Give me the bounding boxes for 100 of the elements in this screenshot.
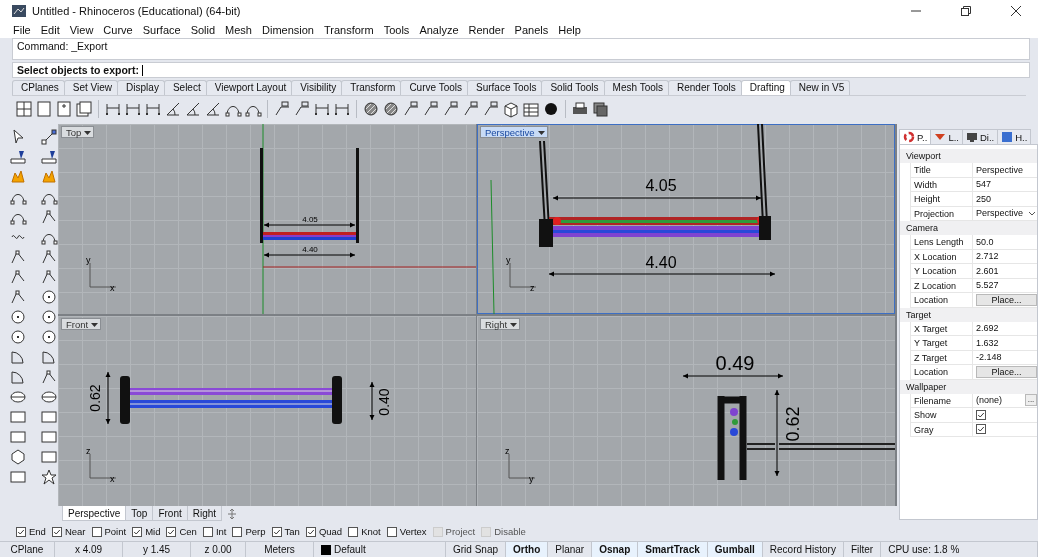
menu-item[interactable]: Transform [318, 23, 379, 36]
leader-icon[interactable] [482, 100, 500, 118]
menu-item[interactable]: View [64, 23, 99, 36]
panel-tab[interactable]: P.. [899, 129, 932, 144]
menu-item[interactable]: Tools [378, 23, 415, 36]
caret-down-icon[interactable] [84, 128, 92, 136]
menu-item[interactable]: Dimension [257, 23, 319, 36]
circle-icon[interactable] [9, 328, 27, 346]
page-icon[interactable] [35, 100, 53, 118]
leader-icon[interactable] [402, 100, 420, 118]
arc-icon[interactable] [9, 368, 27, 386]
panel-tab[interactable]: L.. [930, 129, 963, 144]
toolbar-tab[interactable]: CPlanes [12, 80, 65, 95]
viewport[interactable]: Top 4.05 4.40 y x [58, 124, 476, 314]
toolbar-tab[interactable]: Drafting [740, 80, 791, 95]
menu-item[interactable]: Surface [137, 23, 186, 36]
toolbar-tab[interactable]: Visibility [291, 80, 343, 95]
rectangle-icon[interactable] [40, 408, 58, 426]
viewport-title[interactable]: Front [61, 318, 102, 330]
viewport-tab[interactable]: Top [125, 506, 154, 521]
hatch-icon[interactable] [382, 100, 400, 118]
checkbox[interactable] [976, 424, 986, 435]
rectangle-icon[interactable] [9, 428, 27, 446]
viewport-tab[interactable]: Perspective [62, 506, 127, 521]
leader-icon[interactable] [293, 100, 311, 118]
osnap-checkbox[interactable] [386, 526, 397, 537]
restore-icon[interactable] [961, 5, 971, 16]
menu-item[interactable]: Curve [98, 23, 138, 36]
osnap-checkbox[interactable] [91, 526, 102, 537]
viewport-title[interactable]: Right [480, 318, 521, 330]
status-toggle[interactable]: Record History [762, 542, 844, 557]
grid-icon[interactable] [15, 100, 33, 118]
rectangle-icon[interactable] [9, 408, 27, 426]
leader-icon[interactable] [462, 100, 480, 118]
menu-item[interactable]: Solid [185, 23, 221, 36]
osnap-checkbox[interactable] [16, 526, 26, 537]
leader-icon[interactable] [422, 100, 440, 118]
polyline-icon[interactable] [40, 268, 58, 286]
caret-down-icon[interactable] [510, 320, 518, 328]
viewport-tab[interactable]: Right [186, 506, 223, 521]
leader-icon[interactable] [442, 100, 460, 118]
toolbar-tab[interactable]: Display [117, 80, 165, 95]
rectangle-icon[interactable] [9, 468, 27, 486]
arc-icon[interactable] [40, 348, 58, 366]
menu-item[interactable]: File [8, 23, 36, 36]
status-toggle[interactable]: Gumball [707, 542, 763, 557]
toolbar-tab[interactable]: Viewport Layout [205, 80, 293, 95]
cube-icon[interactable] [502, 100, 520, 118]
status-toggle[interactable]: Ortho [506, 542, 549, 557]
sphere-icon[interactable] [542, 100, 560, 118]
polyline-icon[interactable] [9, 248, 27, 266]
viewport-title[interactable]: Perspective [480, 126, 548, 138]
point-icon[interactable] [40, 128, 58, 146]
checkbox[interactable] [976, 409, 986, 420]
osnap-checkbox[interactable] [348, 526, 359, 537]
angle-dimension-icon[interactable] [204, 100, 222, 118]
status-toggle[interactable]: SmartTrack [638, 542, 708, 557]
osnap-checkbox[interactable] [51, 526, 62, 537]
table-icon[interactable] [522, 100, 540, 118]
menu-item[interactable]: Mesh [220, 23, 257, 36]
place-button[interactable]: Place... [976, 293, 1037, 306]
menu-item[interactable]: Render [463, 23, 510, 36]
close-icon[interactable] [1011, 5, 1021, 16]
page-stack-icon[interactable] [75, 100, 93, 118]
command-field[interactable]: Select objects to export: [12, 62, 1030, 78]
viewport[interactable]: Front 0.62 0.40 z x [58, 316, 476, 506]
panel-tab[interactable]: H.. [997, 129, 1032, 144]
polyline-icon[interactable] [40, 208, 58, 226]
leader-icon[interactable] [273, 100, 291, 118]
add-tab-icon[interactable] [227, 509, 238, 519]
toolbar-tab[interactable]: New in V5 [789, 80, 851, 95]
circle-icon[interactable] [9, 308, 27, 326]
osnap-checkbox[interactable] [271, 526, 282, 537]
caret-down-icon[interactable] [91, 320, 99, 328]
place-button[interactable]: Place... [976, 365, 1037, 378]
ellipse-icon[interactable] [40, 388, 58, 406]
osnap-checkbox[interactable] [132, 526, 143, 537]
caret-down-icon[interactable] [537, 128, 545, 136]
polyline-icon[interactable] [40, 368, 58, 386]
angle-dimension-icon[interactable] [164, 100, 182, 118]
osnap-checkbox[interactable] [166, 526, 177, 537]
polyline-icon[interactable] [9, 268, 27, 286]
rectangle-icon[interactable] [40, 428, 58, 446]
status-toggle[interactable]: Filter [843, 542, 882, 557]
star-icon[interactable] [40, 468, 58, 486]
viewport-title[interactable]: Top [61, 126, 95, 138]
osnap-checkbox[interactable] [232, 526, 243, 537]
osnap-checkbox[interactable] [202, 526, 213, 537]
hatch-icon[interactable] [362, 100, 380, 118]
arc-icon[interactable] [9, 348, 27, 366]
browse-button[interactable]: ... [1025, 394, 1037, 407]
circle-icon[interactable] [40, 328, 58, 346]
polygon-icon[interactable] [9, 448, 27, 466]
osnap-checkbox[interactable] [305, 526, 316, 537]
angle-dimension-icon[interactable] [184, 100, 202, 118]
menu-item[interactable]: Analyze [414, 23, 464, 36]
menu-item[interactable]: Edit [35, 23, 65, 36]
circle-icon[interactable] [40, 288, 58, 306]
polyline-icon[interactable] [40, 248, 58, 266]
ellipse-icon[interactable] [9, 388, 27, 406]
